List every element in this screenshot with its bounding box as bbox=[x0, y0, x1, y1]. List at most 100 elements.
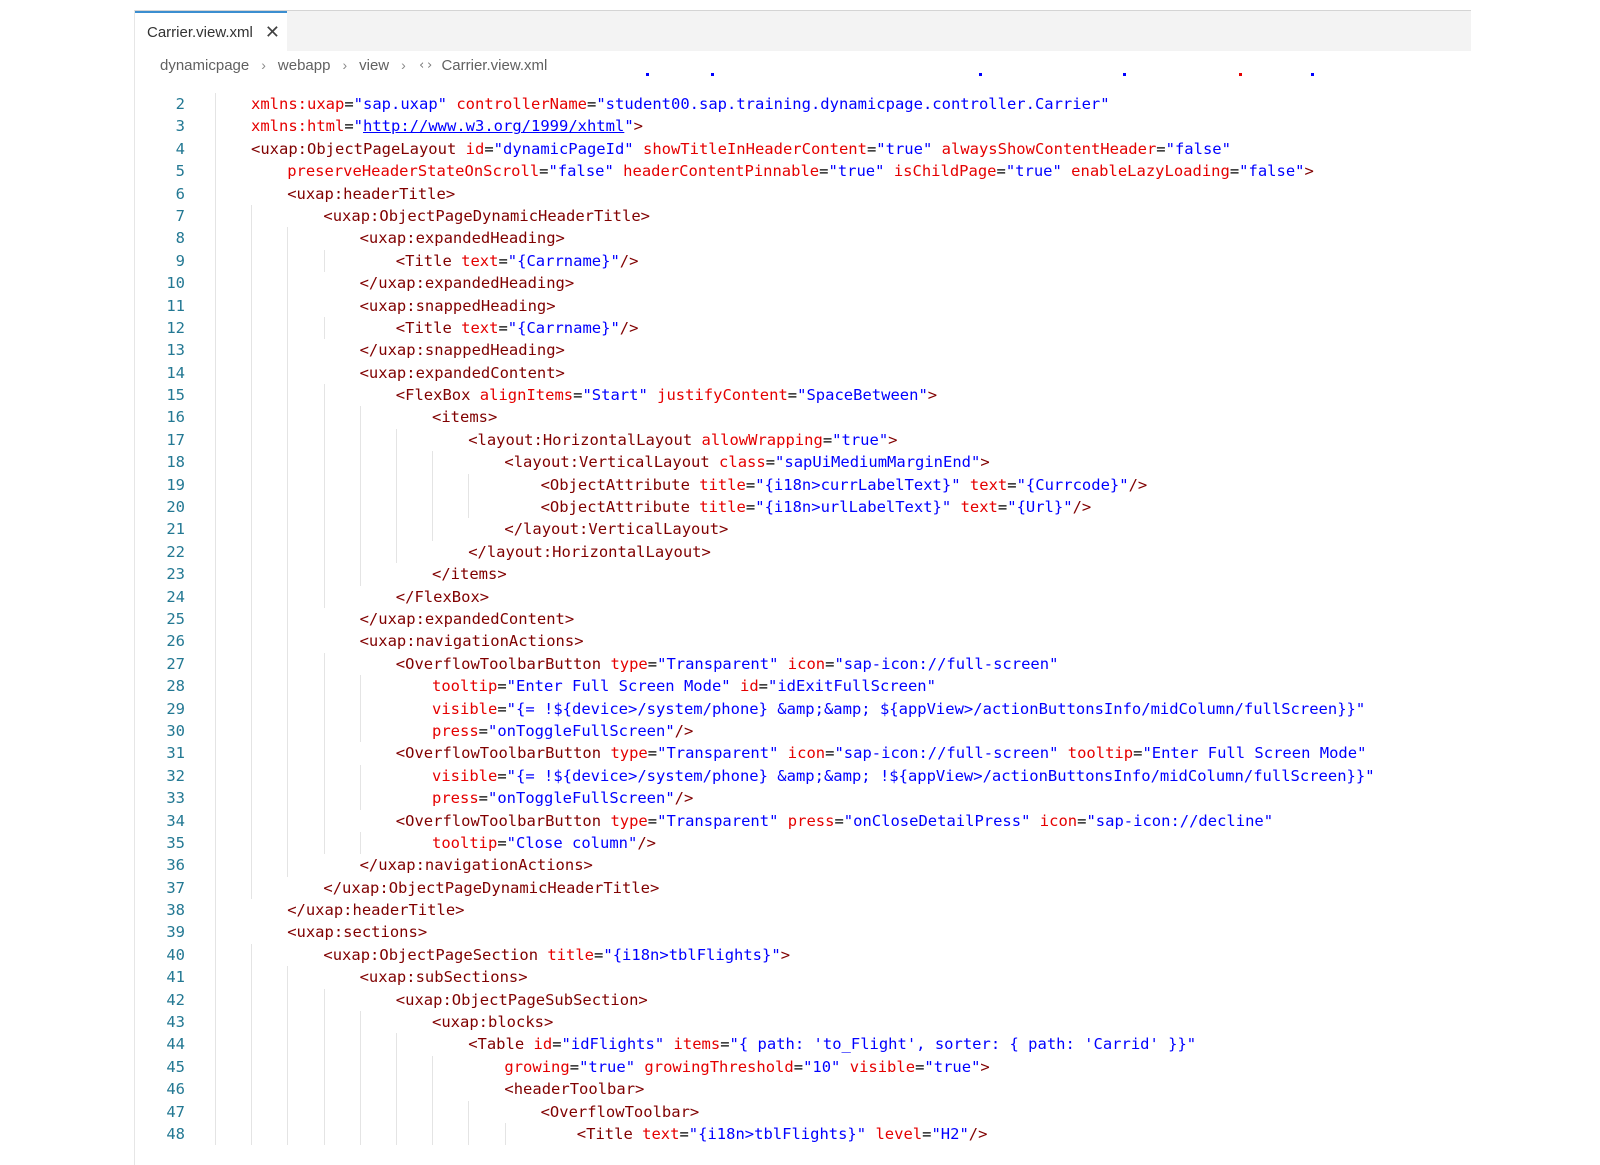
indent-guide bbox=[359, 764, 361, 788]
code-line[interactable]: 29 visible="{= !${device>/system/phone} &… bbox=[135, 697, 1471, 720]
code-line[interactable]: 16 <items> bbox=[135, 406, 1471, 429]
indent-guide bbox=[287, 1055, 289, 1079]
line-number: 23 bbox=[166, 565, 185, 584]
line-number: 43 bbox=[166, 1013, 185, 1032]
breadcrumb-item[interactable]: Carrier.view.xml bbox=[441, 57, 547, 74]
code-line[interactable]: 15 <FlexBox alignItems = "Start" justifyCon… bbox=[135, 384, 1471, 407]
code-line[interactable]: 25 </uxap:expandedContent> bbox=[135, 607, 1471, 631]
indent-guide bbox=[396, 1078, 397, 1101]
indent-guide bbox=[251, 1078, 253, 1101]
code-line[interactable]: 9 <Title text="{Carrname}"/> bbox=[135, 249, 1471, 273]
code-line[interactable]: 31 <OverflowToolbarButton type="Transpare… bbox=[135, 742, 1471, 765]
code-line[interactable]: 3 xmlns:html="http://www.w3.org/1999/xhtm… bbox=[135, 115, 1471, 138]
code-line[interactable]: 26 <uxap:navigationActions> bbox=[135, 630, 1471, 653]
indent-guide bbox=[251, 742, 253, 765]
line-content: <uxap:ObjectPageLayout id="dynamicPageId… bbox=[251, 138, 1231, 160]
code-token-eq bbox=[951, 498, 960, 516]
indent-guide bbox=[287, 697, 289, 720]
editor-tab[interactable]: Carrier.view.xml ✕ bbox=[135, 11, 287, 51]
indent-guide bbox=[287, 451, 289, 474]
indent-guide bbox=[287, 406, 289, 429]
breadcrumb-item[interactable]: webapp bbox=[278, 57, 331, 74]
code-token-attr: alignItems bbox=[479, 386, 574, 405]
code-line[interactable]: 8 <uxap:expandedHeading> bbox=[135, 227, 1471, 250]
code-line[interactable]: 27 <OverflowToolbarButton type="Transpare… bbox=[135, 652, 1471, 676]
code-line[interactable]: 32 visible="{= !${device>/system/phone} &… bbox=[135, 764, 1471, 788]
code-line[interactable]: 43 <uxap:blocks> bbox=[135, 1011, 1471, 1034]
line-content: <uxap:headerTitle> bbox=[287, 183, 455, 205]
code-line[interactable]: 37 </uxap:ObjectPageDynamicHeaderTitle> bbox=[135, 876, 1471, 900]
code-line[interactable]: 22 </layout:HorizontalLayout> bbox=[135, 540, 1471, 564]
line-number: 34 bbox=[166, 811, 185, 830]
code-line[interactable]: 5 preserveHeaderStateOnScroll="false" hea… bbox=[135, 160, 1471, 183]
code-token-str: "sap-icon://full-screen" bbox=[834, 654, 1059, 673]
code-line[interactable]: 40 <uxap:ObjectPageSection title="{i18n>t… bbox=[135, 943, 1471, 967]
code-token-eq bbox=[648, 386, 657, 404]
indent-guide bbox=[323, 988, 325, 1012]
code-line[interactable]: 4 <uxap:ObjectPageLayout id="dynamicPageI… bbox=[135, 137, 1471, 161]
indent-guide bbox=[251, 854, 253, 877]
code-line[interactable]: 13 </uxap:snappedHeading> bbox=[135, 339, 1471, 362]
code-line[interactable]: 14 <uxap:expandedContent> bbox=[135, 361, 1471, 385]
code-token-attr: title bbox=[547, 945, 595, 964]
indent-guide bbox=[215, 115, 216, 138]
code-token-link[interactable]: http://www.w3.org/1999/xhtml bbox=[363, 117, 624, 135]
code-line[interactable]: 34 <OverflowToolbarButton type="Transpare… bbox=[135, 809, 1471, 832]
line-content: <layout:HorizontalLayout allowWrapping="… bbox=[468, 429, 897, 451]
code-line[interactable]: 48 <Title text="{i18n>tblFlights}" level=… bbox=[135, 1122, 1471, 1146]
code-line[interactable]: 2 xmlns:uxap="sap.uxap" controllerName="s… bbox=[135, 93, 1471, 116]
code-line[interactable]: 19 <ObjectAttribute title="{i18n>currLabe… bbox=[135, 473, 1471, 497]
code-line[interactable]: 47 <OverflowToolbar> bbox=[135, 1100, 1471, 1123]
code-token-tag: > bbox=[980, 1057, 990, 1076]
indent-guide bbox=[287, 272, 289, 295]
line-content: <uxap:navigationActions> bbox=[360, 630, 584, 652]
code-line[interactable]: 30 press="onToggleFullScreen"/> bbox=[135, 719, 1471, 743]
indent-guide bbox=[251, 697, 253, 720]
code-area[interactable]: 2 xmlns:uxap="sap.uxap" controllerName="s… bbox=[135, 93, 1471, 1165]
code-line[interactable]: 44 <Table id="idFlights" items="{ path: '… bbox=[135, 1033, 1471, 1056]
code-line[interactable]: 35 tooltip="Close column"/> bbox=[135, 831, 1471, 855]
breadcrumb-item[interactable]: dynamicpage bbox=[160, 57, 249, 74]
line-content: visible="{= !${device>/system/phone} &am… bbox=[432, 698, 1365, 720]
indent-guide bbox=[359, 831, 361, 855]
indent-guide bbox=[359, 1100, 361, 1123]
code-line[interactable]: 10 </uxap:expandedHeading> bbox=[135, 272, 1471, 295]
code-line[interactable]: 42 <uxap:ObjectPageSubSection> bbox=[135, 988, 1471, 1012]
code-token-tag: <uxap:expandedContent> bbox=[359, 363, 565, 382]
code-line[interactable]: 28 tooltip="Enter Full Screen Mode" id="i… bbox=[135, 675, 1471, 698]
code-token-attr: type bbox=[610, 744, 648, 763]
indent-guide bbox=[323, 675, 325, 698]
indent-guide bbox=[215, 451, 216, 474]
code-line[interactable]: 6 <uxap:headerTitle> bbox=[135, 182, 1471, 205]
code-line[interactable]: 23 </items> bbox=[135, 563, 1471, 586]
code-token-tag: <ObjectAttribute bbox=[540, 498, 700, 517]
code-token-eq: = bbox=[498, 251, 508, 270]
code-line[interactable]: 12 <Title text="{Carrname}"/> bbox=[135, 316, 1471, 340]
code-line[interactable]: 33 press="onToggleFullScreen"/> bbox=[135, 787, 1471, 810]
code-line[interactable]: 7 <uxap:ObjectPageDynamicHeaderTitle> bbox=[135, 204, 1471, 228]
code-line[interactable]: 39 <uxap:sections> bbox=[135, 921, 1471, 944]
breadcrumb-item[interactable]: view bbox=[359, 57, 389, 74]
line-number: 11 bbox=[166, 296, 185, 315]
code-line[interactable]: 38 </uxap:headerTitle> bbox=[135, 899, 1471, 922]
code-token-str: " bbox=[624, 117, 634, 136]
code-line[interactable]: 46 <headerToolbar> bbox=[135, 1078, 1471, 1101]
code-line[interactable]: 45 growing="true" growingThreshold="10" v… bbox=[135, 1055, 1471, 1079]
code-token-attr: tooltip bbox=[1067, 744, 1134, 763]
code-token-eq bbox=[778, 812, 787, 830]
code-token-attr: id bbox=[465, 139, 485, 158]
code-line[interactable]: 24 </FlexBox> bbox=[135, 585, 1471, 608]
code-line[interactable]: 36 </uxap:navigationActions> bbox=[135, 854, 1471, 877]
code-token-str: "{= !${device>/system/phone} &amp;&amp; … bbox=[506, 699, 1366, 718]
code-line[interactable]: 18 <layout:VerticalLayout class="sapUiMed… bbox=[135, 451, 1471, 474]
code-line[interactable]: 11 <uxap:snappedHeading> bbox=[135, 294, 1471, 317]
code-line[interactable]: 21 </layout:VerticalLayout> bbox=[135, 518, 1471, 541]
code-line[interactable]: 17 <layout:HorizontalLayout allowWrapping… bbox=[135, 428, 1471, 452]
line-number: 4 bbox=[175, 139, 185, 158]
code-editor[interactable]: Carrier.view.xml ✕ dynamicpage › webapp … bbox=[134, 10, 1471, 1165]
code-line[interactable]: 41 <uxap:subSections> bbox=[135, 966, 1471, 989]
line-number: 44 bbox=[166, 1035, 185, 1054]
close-icon[interactable]: ✕ bbox=[265, 23, 280, 41]
indent-guide bbox=[215, 1011, 216, 1034]
code-line[interactable]: 20 <ObjectAttribute title="{i18n>urlLabel… bbox=[135, 496, 1471, 519]
